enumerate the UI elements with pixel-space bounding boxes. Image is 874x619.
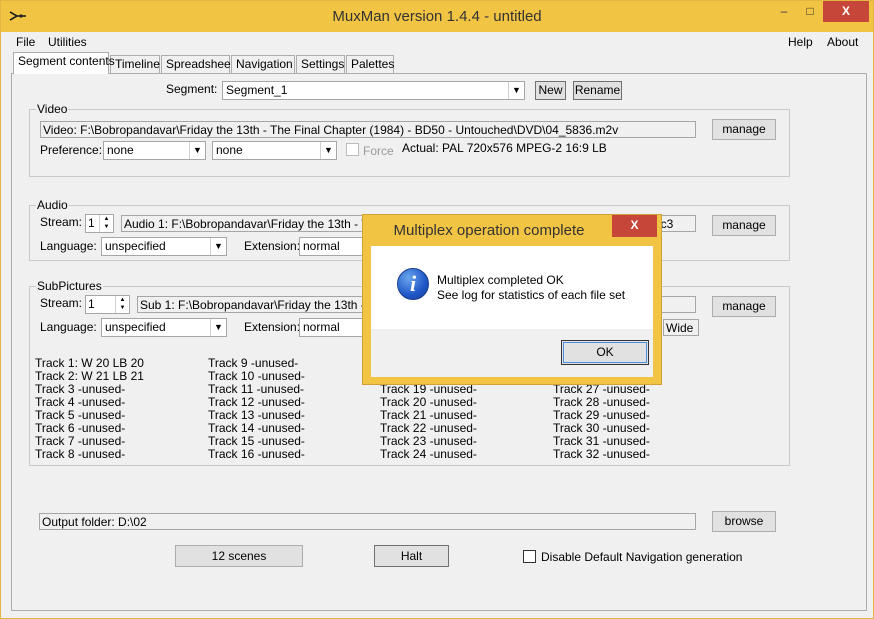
dialog-footer: OK [371, 329, 653, 377]
spin-down-icon[interactable]: ▼ [99, 223, 113, 232]
track-item: Track 8 -unused- [35, 447, 126, 461]
segment-label: Segment: [166, 82, 218, 96]
preference-select-2[interactable]: none ▼ [212, 141, 337, 160]
menu-about[interactable]: About [827, 35, 858, 49]
close-icon[interactable]: X [612, 215, 657, 237]
sub-extension-value: normal [303, 320, 340, 334]
close-icon[interactable]: X [823, 1, 869, 22]
tab-navigation[interactable]: Navigation [231, 55, 295, 74]
multiplex-complete-dialog: Multiplex operation complete X i Multipl… [362, 214, 662, 385]
tab-spreadsheet[interactable]: Spreadsheet [161, 55, 234, 74]
chevron-down-icon: ▼ [320, 142, 336, 159]
track-item: Track 16 -unused- [208, 447, 305, 461]
rename-segment-button[interactable]: Rename [573, 81, 622, 100]
chevron-down-icon: ▼ [508, 82, 524, 99]
sub-extension-label: Extension: [244, 320, 301, 334]
audio-stream-label: Stream: [40, 215, 83, 229]
video-group: Video Video: F:\Bobropandavar\Friday the… [29, 102, 790, 177]
scenes-button[interactable]: 12 scenes [175, 545, 303, 567]
tab-segment-contents[interactable]: Segment contents [13, 52, 115, 74]
audio-language-select[interactable]: unspecified ▼ [101, 237, 227, 256]
sub-manage-button[interactable]: manage [712, 296, 776, 317]
minimize-icon[interactable]: – [771, 1, 797, 22]
ok-button[interactable]: OK [561, 340, 649, 365]
disable-navigation-checkbox[interactable] [523, 550, 536, 563]
chevron-down-icon: ▼ [210, 319, 226, 336]
track-column-1: Track 1: W 20 LB 20 Track 2: W 21 LB 21 … [35, 357, 144, 461]
tab-settings[interactable]: Settings [296, 55, 345, 74]
audio-language-label: Language: [40, 239, 97, 253]
maximize-icon[interactable]: □ [797, 1, 823, 22]
disable-navigation-label: Disable Default Navigation generation [541, 550, 743, 564]
force-label: Force [363, 144, 394, 158]
chevron-down-icon: ▼ [189, 142, 205, 159]
info-icon: i [397, 268, 429, 300]
menu-file[interactable]: File [16, 35, 35, 49]
audio-manage-button[interactable]: manage [712, 215, 776, 236]
dialog-message-line-1: Multiplex completed OK [437, 273, 564, 287]
halt-button[interactable]: Halt [374, 545, 449, 567]
video-group-title: Video [36, 102, 69, 116]
spin-down-icon[interactable]: ▼ [115, 304, 129, 313]
track-column-2: Track 9 -unused- Track 10 -unused- Track… [208, 357, 305, 461]
audio-stream-value: 1 [88, 216, 95, 230]
tab-timeline[interactable]: Timeline [110, 55, 160, 74]
preference-value-1: none [107, 143, 134, 157]
audio-group-title: Audio [36, 198, 69, 212]
sub-language-value: unspecified [105, 320, 166, 334]
track-column-3: Track 19 -unused- Track 20 -unused- Trac… [380, 383, 477, 461]
wide-field[interactable]: Wide [663, 319, 699, 336]
audio-language-value: unspecified [105, 239, 166, 253]
video-manage-button[interactable]: manage [712, 119, 776, 140]
preference-value-2: none [216, 143, 243, 157]
sub-stream-spinner[interactable]: 1 ▲ ▼ [85, 295, 130, 314]
dialog-body: i Multiplex completed OK See log for sta… [371, 246, 653, 329]
segment-value: Segment_1 [226, 83, 288, 97]
menu-bar: File Utilities Help About [1, 32, 873, 52]
audio-stream-spinner[interactable]: 1 ▲ ▼ [85, 214, 114, 233]
menu-utilities[interactable]: Utilities [48, 35, 87, 49]
subpictures-group-title: SubPictures [36, 279, 103, 293]
browse-button[interactable]: browse [712, 511, 776, 532]
actual-info: Actual: PAL 720x576 MPEG-2 16:9 LB [402, 141, 607, 155]
dialog-title: Multiplex operation complete [393, 222, 585, 239]
output-folder-field[interactable]: Output folder: D:\02 [39, 513, 696, 530]
force-checkbox[interactable] [346, 143, 359, 156]
sub-stream-label: Stream: [40, 296, 83, 310]
track-item: Track 32 -unused- [553, 447, 650, 461]
preference-label: Preference: [40, 143, 103, 157]
sub-stream-value: 1 [88, 297, 95, 311]
audio-extension-label: Extension: [244, 239, 301, 253]
title-bar[interactable]: MuxMan version 1.4.4 - untitled – □ X [1, 1, 873, 32]
tab-palettes[interactable]: Palettes [346, 55, 394, 74]
track-item: Track 24 -unused- [380, 447, 477, 461]
preference-select-1[interactable]: none ▼ [103, 141, 206, 160]
audio-extension-value: normal [303, 239, 340, 253]
video-file-field[interactable]: Video: F:\Bobropandavar\Friday the 13th … [40, 121, 696, 138]
sub-language-select[interactable]: unspecified ▼ [101, 318, 227, 337]
window-title: MuxMan version 1.4.4 - untitled [332, 8, 542, 25]
sub-language-label: Language: [40, 320, 97, 334]
dialog-message-line-2: See log for statistics of each file set [437, 288, 626, 302]
new-segment-button[interactable]: New [535, 81, 566, 100]
chevron-down-icon: ▼ [210, 238, 226, 255]
track-column-4: Track 27 -unused- Track 28 -unused- Trac… [553, 383, 650, 461]
menu-help[interactable]: Help [788, 35, 813, 49]
audio-file-text: Audio 1: F:\Bobropandavar\Friday the 13t… [124, 217, 382, 231]
segment-select[interactable]: Segment_1 ▼ [222, 81, 525, 100]
